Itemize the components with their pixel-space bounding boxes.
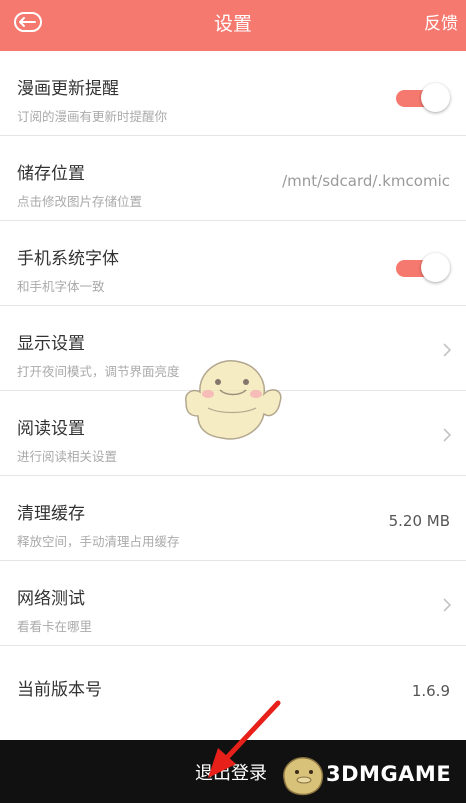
- setting-row-clear-cache[interactable]: 清理缓存 释放空间，手动清理占用缓存 5.20 MB: [0, 476, 466, 561]
- setting-label: 当前版本号: [17, 680, 102, 700]
- setting-description: 看看卡在哪里: [17, 619, 93, 634]
- setting-label: 阅读设置: [17, 419, 85, 439]
- watermark-logo: 3DMGAME: [326, 762, 452, 786]
- setting-label: 手机系统字体: [17, 249, 119, 269]
- setting-description: 进行阅读相关设置: [17, 449, 118, 464]
- chevron-right-icon: [443, 428, 452, 442]
- mascot-watermark-image: [185, 360, 282, 440]
- setting-row-network-test[interactable]: 网络测试 看看卡在哪里: [0, 561, 466, 646]
- logout-bar[interactable]: 退出登录 3DMGAME: [0, 740, 466, 803]
- setting-label: 清理缓存: [17, 504, 85, 524]
- setting-label: 网络测试: [17, 589, 85, 609]
- chevron-right-icon: [443, 598, 452, 612]
- setting-description: 打开夜间模式，调节界面亮度: [17, 364, 180, 379]
- setting-description: 点击修改图片存储位置: [17, 194, 143, 209]
- setting-description: 释放空间，手动清理占用缓存: [17, 534, 180, 549]
- setting-row-storage-location[interactable]: 储存位置 点击修改图片存储位置 /mnt/sdcard/.kmcomic: [0, 136, 466, 221]
- chevron-right-icon: [443, 343, 452, 357]
- toggle-knob: [421, 83, 450, 112]
- header-bar: 设置 反馈: [0, 0, 466, 51]
- setting-label: 漫画更新提醒: [17, 79, 119, 99]
- logout-button[interactable]: 退出登录: [195, 762, 267, 786]
- setting-row-update-reminder[interactable]: 漫画更新提醒 订阅的漫画有更新时提醒你: [0, 51, 466, 136]
- setting-description: 订阅的漫画有更新时提醒你: [17, 109, 168, 124]
- system-font-toggle[interactable]: [396, 253, 450, 283]
- watermark-mascot-icon: [283, 757, 324, 796]
- setting-description: 和手机字体一致: [17, 279, 105, 294]
- feedback-button[interactable]: 反馈: [424, 12, 458, 36]
- version-value: 1.6.9: [411, 682, 450, 700]
- storage-path-value: /mnt/sdcard/.kmcomic: [282, 172, 450, 190]
- setting-label: 显示设置: [17, 334, 85, 354]
- setting-row-system-font[interactable]: 手机系统字体 和手机字体一致: [0, 221, 466, 306]
- page-title: 设置: [213, 13, 252, 35]
- setting-label: 储存位置: [17, 164, 85, 184]
- update-reminder-toggle[interactable]: [396, 83, 450, 113]
- toggle-knob: [421, 253, 450, 282]
- cache-size-value: 5.20 MB: [388, 512, 450, 530]
- setting-row-version: 当前版本号 1.6.9: [0, 646, 466, 731]
